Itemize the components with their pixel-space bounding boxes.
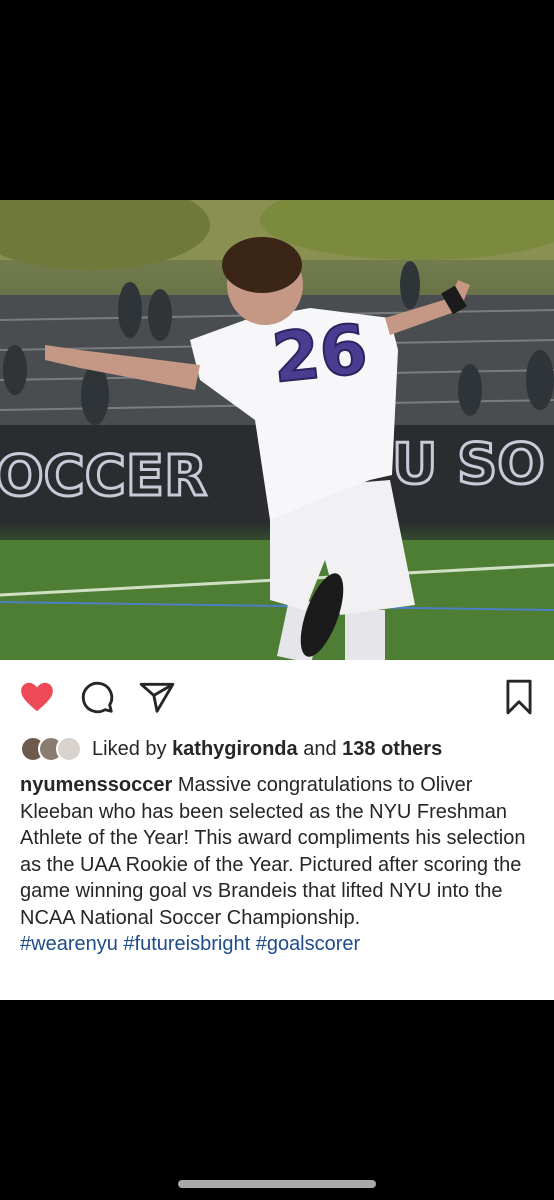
- comment-button[interactable]: [78, 678, 116, 716]
- bookmark-icon: [506, 679, 532, 715]
- post-photo[interactable]: OCCER U SO 26: [0, 200, 554, 660]
- post-details: Liked by kathygironda and 138 others nyu…: [0, 660, 554, 1000]
- like-button[interactable]: [18, 678, 56, 716]
- post-caption: nyumenssoccer Massive congratulations to…: [20, 772, 542, 958]
- likes-others-count[interactable]: 138 others: [342, 738, 442, 761]
- photo-scene: OCCER U SO 26: [0, 200, 554, 660]
- heart-filled-icon: [21, 682, 53, 712]
- caption-text: Massive congratulations to Oliver Kleeba…: [20, 774, 526, 929]
- caption-hashtags[interactable]: #wearenyu #futureisbright #goalscorer: [20, 933, 360, 955]
- liker-avatars: [20, 736, 82, 762]
- save-button[interactable]: [500, 678, 538, 716]
- caption-username[interactable]: nyumenssoccer: [20, 774, 172, 796]
- likes-middle: and: [303, 737, 337, 760]
- comment-icon: [81, 681, 114, 714]
- paper-plane-icon: [139, 682, 175, 713]
- likes-prefix: Liked by: [92, 737, 167, 760]
- jersey-number: 26: [269, 310, 371, 398]
- share-button[interactable]: [138, 678, 176, 716]
- banner-left-text: OCCER: [0, 444, 207, 509]
- action-bar: [0, 660, 554, 734]
- avatar: [56, 736, 82, 762]
- likes-row[interactable]: Liked by kathygironda and 138 others: [20, 734, 442, 764]
- home-indicator[interactable]: [178, 1180, 376, 1188]
- liker-username[interactable]: kathygironda: [172, 738, 298, 761]
- banner-right-text: U SO: [392, 432, 545, 497]
